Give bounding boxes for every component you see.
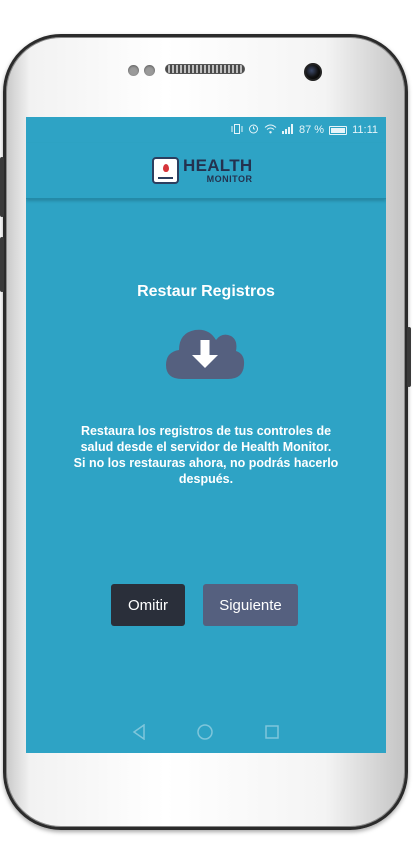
app-header: HEALTH MONITOR bbox=[26, 143, 386, 199]
battery-percent: 87 % bbox=[299, 124, 325, 136]
battery-icon bbox=[329, 125, 348, 135]
skip-button[interactable]: Omitir bbox=[111, 584, 185, 626]
earpiece-speaker bbox=[165, 64, 245, 74]
cloud-download-icon bbox=[164, 321, 246, 383]
sensor-dot bbox=[128, 65, 139, 76]
bixby-button bbox=[0, 237, 4, 292]
description-line: Restaura los registros de tus controles … bbox=[80, 424, 332, 438]
recent-apps-icon[interactable] bbox=[264, 724, 280, 745]
phone-screen: 87 % 11:11 HEALTH MONITOR Restaur Regist… bbox=[26, 117, 386, 753]
health-monitor-logo: HEALTH MONITOR bbox=[152, 157, 252, 184]
next-button[interactable]: Siguiente bbox=[203, 584, 298, 626]
sensor-dot bbox=[144, 65, 155, 76]
logo-text-monitor: MONITOR bbox=[206, 174, 253, 184]
home-icon[interactable] bbox=[196, 723, 214, 746]
wifi-icon bbox=[264, 124, 277, 137]
description-line: Si no los restauras ahora, no podrás hac… bbox=[73, 456, 339, 470]
description-line: después. bbox=[178, 472, 234, 486]
logo-monitor-icon bbox=[152, 157, 179, 184]
description-text: Restaura los registros de tus controles … bbox=[54, 423, 358, 487]
status-bar: 87 % 11:11 bbox=[26, 117, 386, 143]
clock: 11:11 bbox=[352, 124, 378, 136]
alarm-icon bbox=[248, 123, 259, 137]
volume-button bbox=[0, 157, 4, 217]
logo-text-health: HEALTH bbox=[183, 156, 253, 175]
back-icon[interactable] bbox=[132, 723, 146, 745]
front-camera bbox=[304, 63, 322, 81]
power-button bbox=[407, 327, 411, 387]
signal-icon bbox=[282, 123, 294, 137]
vibrate-icon bbox=[231, 123, 243, 137]
page-title: Restaur Registros bbox=[137, 283, 275, 300]
description-line: salud desde el servidor de Health Monito… bbox=[80, 440, 332, 454]
navigation-bar bbox=[26, 715, 386, 753]
